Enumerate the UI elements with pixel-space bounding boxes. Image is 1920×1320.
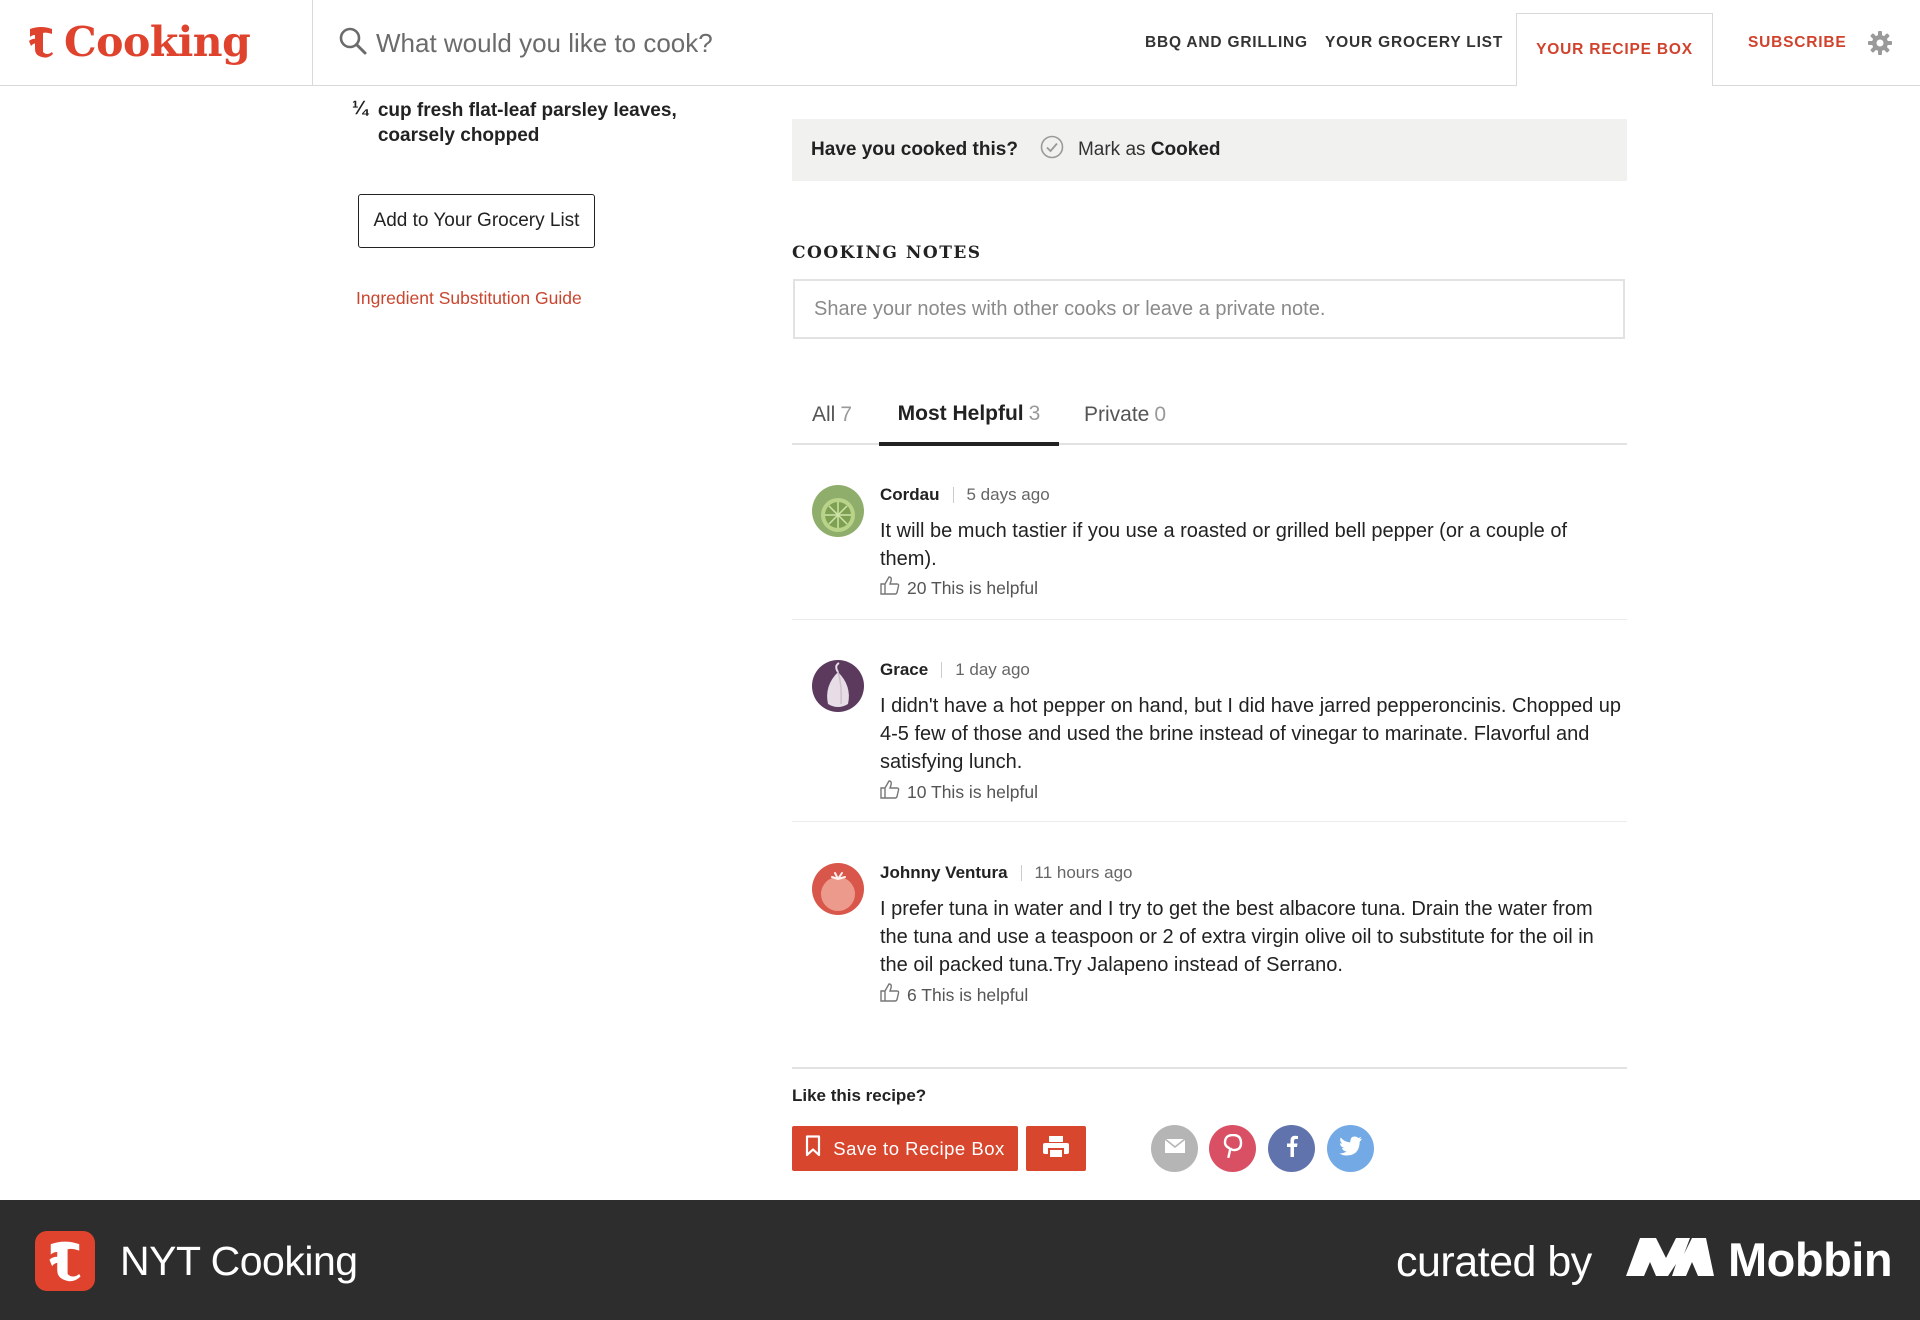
pinterest-icon (1223, 1133, 1243, 1163)
pinterest-share-button[interactable] (1209, 1125, 1256, 1172)
add-to-grocery-list-button[interactable]: Add to Your Grocery List (358, 194, 595, 248)
helpful-button[interactable]: 20 This is helpful (880, 576, 1038, 600)
tab-count: 7 (840, 403, 853, 426)
mark-prefix: Mark as (1077, 139, 1146, 160)
nyt-t-icon (26, 25, 56, 59)
check-circle-icon (1040, 135, 1064, 165)
footer-app-name: NYT Cooking (120, 1238, 358, 1284)
comment-time: 11 hours ago (1034, 863, 1133, 882)
printer-icon (1042, 1135, 1070, 1162)
like-recipe-title: Like this recipe? (792, 1086, 927, 1105)
helpful-label: 6 This is helpful (907, 984, 1029, 1005)
comment-author[interactable]: Cordau (880, 485, 940, 505)
logo-text: Cooking (64, 18, 251, 66)
divider (941, 662, 943, 678)
comment-header: Grace 1 day ago (880, 660, 1030, 680)
tab-label: Private (1084, 403, 1150, 426)
comment-body: I prefer tuna in water and I try to get … (880, 898, 1594, 976)
comment-time: 1 day ago (955, 660, 1030, 679)
tab-label: All (812, 403, 836, 426)
notes-input[interactable] (793, 279, 1625, 339)
helpful-label: 20 This is helpful (907, 577, 1039, 598)
mobbin-logo: Mobbin (1626, 1232, 1893, 1287)
mark-as-cooked-button[interactable]: Mark as Cooked (1040, 135, 1221, 165)
cooked-bar: Have you cooked this? Mark as Cooked (792, 119, 1627, 181)
divider (1020, 865, 1022, 881)
footer-banner: NYT Cooking curated by Mobbin (0, 1200, 1920, 1320)
comment-body: I didn't have a hot pepper on hand, but … (880, 695, 1622, 773)
tab-most-helpful[interactable]: Most Helpful 3 (879, 385, 1059, 446)
cooking-logo[interactable]: Cooking (26, 14, 251, 70)
lime-icon (812, 485, 864, 537)
nav-subscribe[interactable]: SUBSCRIBE (1748, 0, 1847, 86)
comment-item: Grace 1 day ago I didn't have a hot pepp… (792, 660, 1627, 822)
footer-curated-by: curated by (1396, 1238, 1592, 1286)
gear-icon[interactable] (1866, 29, 1894, 57)
nyt-app-icon (35, 1231, 95, 1291)
nav-bbq-and-grilling[interactable]: BBQ AND GRILLING (1145, 0, 1308, 86)
tab-label: Most Helpful (897, 401, 1024, 425)
comment-header: Johnny Ventura 11 hours ago (880, 863, 1133, 883)
tab-count: 3 (1028, 401, 1041, 425)
notes-tabs: All 7 Most Helpful 3 Private 0 (792, 385, 1627, 446)
comment-body: It will be much tastier if you use a roa… (880, 520, 1568, 570)
divider (952, 487, 954, 503)
search-input[interactable] (376, 27, 1016, 59)
facebook-icon (1286, 1135, 1298, 1162)
tomato-icon (812, 863, 864, 915)
ingredient-item: ¼ cup fresh flat-leaf parsley leaves, co… (352, 98, 692, 148)
thumbs-up-icon (880, 780, 900, 804)
mark-cooked-label: Cooked (1150, 139, 1221, 160)
divider (792, 1067, 1627, 1069)
thumbs-up-icon (880, 576, 900, 600)
cooked-question: Have you cooked this? (811, 139, 1018, 160)
tab-all[interactable]: All 7 (812, 385, 852, 445)
cooking-notes-title: COOKING NOTES (792, 243, 982, 263)
helpful-button[interactable]: 10 This is helpful (880, 780, 1038, 804)
tab-count: 0 (1154, 403, 1167, 426)
twitter-share-button[interactable] (1327, 1125, 1374, 1172)
comment-item: Johnny Ventura 11 hours ago I prefer tun… (792, 863, 1627, 1013)
search-icon[interactable] (338, 26, 368, 61)
comment-time: 5 days ago (966, 485, 1050, 504)
comment-item: Cordau 5 days ago It will be much tastie… (792, 485, 1627, 620)
mobbin-brand-name: Mobbin (1728, 1233, 1893, 1286)
print-button[interactable] (1026, 1126, 1086, 1171)
bookmark-icon (805, 1135, 821, 1162)
nav-your-grocery-list[interactable]: YOUR GROCERY LIST (1325, 0, 1503, 86)
comment-header: Cordau 5 days ago (880, 485, 1050, 505)
tab-private[interactable]: Private 0 (1084, 385, 1166, 445)
ingredient-quantity: ¼ (352, 98, 368, 119)
onion-icon (812, 660, 864, 712)
comment-author[interactable]: Johnny Ventura (880, 863, 1008, 883)
envelope-icon (1164, 1138, 1186, 1159)
ingredient-text: cup fresh flat-leaf parsley leaves, coar… (377, 100, 677, 146)
ingredient-substitution-guide-link[interactable]: Ingredient Substitution Guide (356, 288, 582, 309)
comment-author[interactable]: Grace (880, 660, 928, 680)
nav-your-recipe-box[interactable]: YOUR RECIPE BOX (1516, 13, 1713, 86)
save-to-recipe-box-button[interactable]: Save to Recipe Box (792, 1126, 1018, 1171)
save-label: Save to Recipe Box (833, 1137, 1005, 1159)
email-share-button[interactable] (1151, 1125, 1198, 1172)
helpful-button[interactable]: 6 This is helpful (880, 983, 1028, 1007)
helpful-label: 10 This is helpful (907, 781, 1039, 802)
mobbin-mark-icon (1626, 1236, 1714, 1283)
twitter-bird-icon (1338, 1136, 1363, 1161)
top-header: Cooking BBQ AND GRILLING YOUR GROCERY LI… (0, 0, 1920, 86)
search-bar (338, 22, 1058, 64)
facebook-share-button[interactable] (1268, 1125, 1315, 1172)
header-divider (312, 0, 313, 86)
thumbs-up-icon (880, 983, 900, 1007)
